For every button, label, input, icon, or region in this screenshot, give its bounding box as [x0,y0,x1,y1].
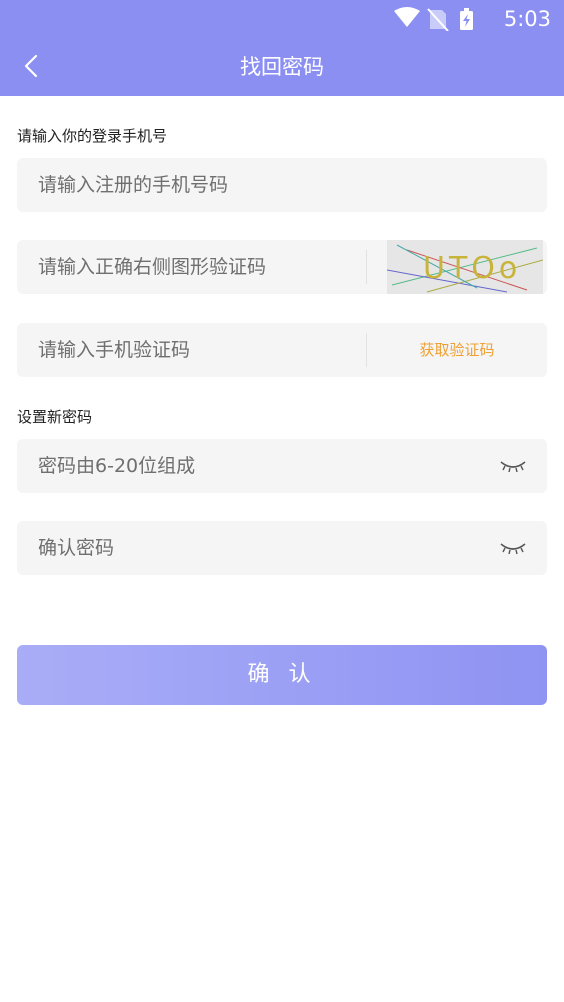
app-header: 5:03 找回密码 [0,0,564,96]
captcha-text: UTOo [423,251,521,286]
confirm-password-input[interactable] [38,521,368,575]
sms-code-field: 获取验证码 [17,323,547,377]
captcha-input[interactable] [38,240,368,294]
sms-code-input[interactable] [38,323,368,377]
wifi-icon [394,7,420,27]
new-password-input[interactable] [38,439,368,493]
captcha-image[interactable]: UTOo [386,240,544,294]
page-title: 找回密码 [240,55,324,79]
eye-closed-icon[interactable] [499,456,527,476]
phone-input[interactable] [38,158,368,212]
captcha-field: UTOo [17,240,547,294]
password-section-label: 设置新密码 [17,408,93,426]
phone-section-label: 请输入你的登录手机号 [17,127,168,145]
confirm-password-field [17,521,547,575]
no-sim-icon [427,8,449,32]
eye-closed-icon[interactable] [499,538,527,558]
new-password-field [17,439,547,493]
status-icons [392,7,492,32]
status-time: 5:03 [503,7,551,31]
phone-field [17,158,547,212]
get-code-button[interactable]: 获取验证码 [367,323,547,377]
captcha-divider [366,250,367,284]
confirm-button[interactable]: 确 认 [17,645,547,705]
battery-charging-icon [460,8,473,30]
